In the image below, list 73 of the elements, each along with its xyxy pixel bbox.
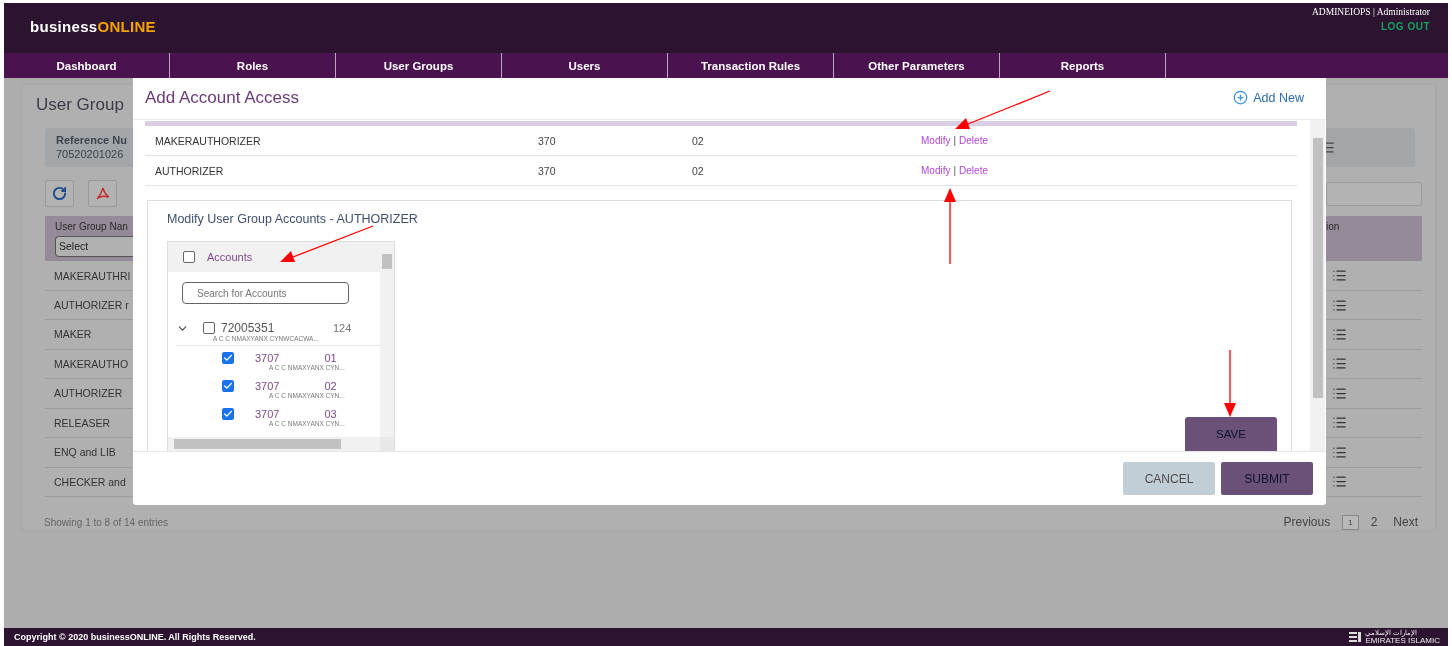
search-field[interactable] [1326, 181, 1422, 206]
table-cell: AUTHORIZER [54, 387, 123, 400]
scrollbar[interactable] [168, 437, 380, 451]
account-number: 01 [324, 352, 337, 364]
add-new-link[interactable]: Add New [1233, 90, 1304, 105]
scrollbar[interactable] [1310, 120, 1325, 451]
checkbox[interactable] [222, 408, 234, 420]
separator: | [953, 165, 957, 176]
checkbox[interactable] [183, 251, 195, 263]
reference-value: 70520201026 [56, 148, 125, 161]
brand-logo: businessONLINE [30, 18, 156, 35]
table-cell-text: 02 [692, 164, 705, 177]
account-count: 124 [333, 322, 352, 334]
scrollbar[interactable] [380, 242, 394, 437]
logo-text: EMIRATES ISLAMIC [1365, 637, 1440, 645]
logout-link[interactable]: LOG OUT [1380, 21, 1430, 32]
plus-icon [1233, 90, 1249, 105]
account-number: 72005351 [221, 321, 276, 335]
tree-header-label: Accounts [207, 251, 253, 263]
table-cell-text: 370 [538, 164, 557, 177]
separator: | [953, 135, 957, 146]
list-icon[interactable] [1332, 385, 1347, 401]
next-link[interactable]: Next [1389, 515, 1422, 530]
account-number: 03 [324, 408, 337, 420]
refresh-button[interactable] [45, 180, 74, 208]
list-icon[interactable] [1332, 268, 1347, 284]
account-number: 02 [324, 380, 337, 392]
table-cell-text: AUTHORIZER [154, 164, 225, 177]
list-icon[interactable] [1332, 474, 1347, 490]
previous-link[interactable]: Previous [1279, 515, 1335, 530]
column-header: User Group Nan [55, 220, 129, 232]
table-cell: MAKERAUTHO [54, 357, 129, 370]
checkbox[interactable] [222, 380, 234, 392]
account-number: 3707 [255, 408, 280, 420]
table-cell: CHECKER and [54, 475, 126, 488]
table-cell-text: MAKERAUTHORIZER [154, 134, 262, 147]
refresh-icon [52, 186, 67, 202]
page-title: User Group [36, 95, 124, 116]
entries-summary: Showing 1 to 8 of 14 entries [44, 516, 168, 528]
list-icon[interactable] [1332, 415, 1347, 431]
checkbox[interactable] [203, 322, 215, 334]
pdf-button[interactable] [88, 180, 117, 208]
search-field[interactable]: Search for Accounts [182, 282, 349, 304]
pdf-icon [95, 186, 110, 201]
list-icon[interactable] [1332, 326, 1347, 342]
table-cell: MAKER [54, 328, 92, 341]
table-cell-text: 02 [692, 134, 705, 147]
checkbox[interactable] [222, 352, 234, 364]
account-number: 3707 [255, 352, 280, 364]
column-header: ion [1326, 220, 1341, 234]
list-icon[interactable] [1332, 356, 1347, 372]
page-link[interactable]: 1 [1342, 514, 1359, 530]
editor-title: Modify User Group Accounts - AUTHORIZER [167, 212, 419, 228]
table-cell: AUTHORIZER r [54, 299, 129, 311]
modify-link[interactable]: Modify [921, 135, 951, 146]
annotation-arrow [1224, 349, 1236, 417]
user-info: ADMINEIOPS | Administrator [1312, 7, 1430, 17]
delete-link[interactable]: Delete [959, 135, 988, 146]
table-cell: RELEASER [54, 416, 111, 429]
table-cell: ENQ and LIB [54, 446, 116, 459]
table-cell-text: 370 [538, 134, 557, 147]
reference-label: Reference Nu [56, 134, 127, 147]
delete-link[interactable]: Delete [959, 165, 988, 176]
table-cell: MAKERAUTHRI [54, 269, 131, 282]
logo-icon [1349, 631, 1362, 643]
list-icon[interactable] [1332, 297, 1347, 313]
cancel-button[interactable]: CANCEL [1123, 462, 1215, 495]
list-icon[interactable] [1332, 444, 1347, 460]
modify-link[interactable]: Modify [921, 165, 951, 176]
dialog-title: Add Account Access [145, 87, 300, 108]
copyright-text: Copyright © 2020 businessONLINE. All Rights Reserved. [14, 632, 256, 642]
page-link[interactable]: 2 [1366, 515, 1382, 530]
account-number: 3707 [255, 380, 280, 392]
